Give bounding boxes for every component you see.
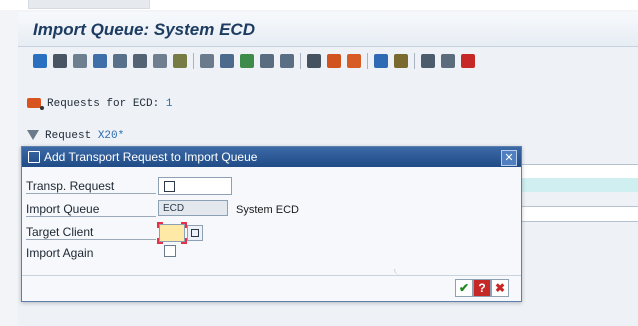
application-toolbar — [18, 48, 638, 74]
filter-icon[interactable] — [73, 54, 87, 68]
focus-corner — [157, 222, 163, 228]
document-icon[interactable] — [220, 54, 234, 68]
edit-icon[interactable] — [240, 54, 254, 68]
import-queue-field: ECD — [158, 200, 228, 216]
monitor-icon[interactable] — [374, 54, 388, 68]
dialog-title: Add Transport Request to Import Queue — [44, 150, 258, 164]
find-icon[interactable] — [93, 54, 107, 68]
dialog-title-bar: Add Transport Request to Import Queue ✕ — [22, 147, 521, 167]
target-client-input[interactable] — [157, 222, 187, 244]
toolbar-separator — [414, 53, 415, 69]
request-filter-line: Request X20* — [27, 130, 124, 142]
toolbar-separator — [300, 53, 301, 69]
grid-icon[interactable] — [421, 54, 435, 68]
table-row — [516, 206, 638, 222]
help-icon[interactable] — [461, 54, 475, 68]
sort-icon[interactable] — [153, 54, 167, 68]
printer-icon[interactable] — [53, 54, 67, 68]
cancel-button[interactable]: ✖ — [491, 279, 509, 297]
save-icon[interactable] — [260, 54, 274, 68]
help-button[interactable]: ? — [473, 279, 491, 297]
request-filter-value: X20* — [97, 130, 125, 142]
truck-icon — [27, 98, 44, 111]
import-queue-label: Import Queue — [26, 202, 156, 217]
import-queue-description: System ECD — [236, 204, 299, 216]
close-button[interactable]: ✕ — [501, 150, 517, 166]
copy-icon[interactable] — [133, 54, 147, 68]
request-filter-label: Request — [45, 130, 92, 142]
dialog-icon — [28, 151, 40, 163]
toolbar-separator — [193, 53, 194, 69]
zoom-icon[interactable] — [113, 54, 127, 68]
truck-all-icon[interactable] — [347, 54, 361, 68]
requests-count: 1 — [165, 98, 173, 110]
import-again-checkbox[interactable] — [164, 245, 176, 257]
toolbar-separator — [367, 53, 368, 69]
refresh-icon[interactable] — [33, 54, 47, 68]
transport-request-label: Transp. Request — [26, 179, 156, 194]
window-tab[interactable] — [28, 0, 150, 9]
page-title: Import Queue: System ECD — [33, 20, 255, 39]
filter-icon — [27, 130, 39, 141]
add-transport-dialog: Add Transport Request to Import Queue ✕ … — [21, 146, 522, 302]
tools-icon[interactable] — [173, 54, 187, 68]
title-bar: Import Queue: System ECD — [18, 12, 638, 47]
truck-icon[interactable] — [327, 54, 341, 68]
open-icon[interactable] — [280, 54, 294, 68]
lock-icon[interactable] — [307, 54, 321, 68]
top-strip — [0, 0, 638, 10]
target-client-label: Target Client — [26, 225, 156, 240]
value-help-button[interactable] — [187, 225, 203, 241]
import-again-label: Import Again — [26, 246, 94, 260]
required-check-icon — [164, 181, 175, 192]
focus-corner — [157, 238, 163, 244]
settings-icon[interactable] — [394, 54, 408, 68]
ok-button[interactable]: ✔ — [455, 279, 473, 297]
table-row — [516, 164, 638, 179]
requests-line: Requests for ECD: 1 — [27, 98, 173, 111]
link-icon[interactable] — [200, 54, 214, 68]
table-row-highlighted — [516, 178, 638, 192]
requests-label: Requests for ECD: — [47, 98, 160, 110]
transport-request-input[interactable] — [158, 177, 232, 195]
list-icon[interactable] — [441, 54, 455, 68]
dialog-divider — [22, 269, 521, 276]
